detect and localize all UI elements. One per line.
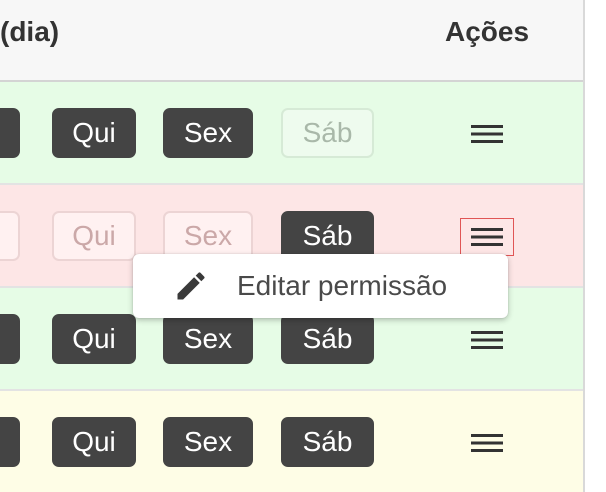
menu-icon: [471, 125, 503, 143]
day-chip-thursday[interactable]: Qui: [52, 314, 136, 364]
table-border: [583, 0, 585, 492]
day-chip-saturday[interactable]: Sáb: [281, 314, 374, 364]
menu-icon: [471, 228, 503, 246]
day-chip-saturday[interactable]: Sáb: [281, 108, 374, 158]
day-chip-friday[interactable]: Sex: [163, 417, 253, 467]
row-actions-button[interactable]: [460, 115, 514, 153]
row-actions-button[interactable]: [460, 321, 514, 359]
day-chip-thursday[interactable]: Qui: [52, 211, 136, 261]
column-header-days: (dia): [0, 16, 60, 47]
edit-permission-menu-item[interactable]: Editar permissão: [133, 254, 508, 318]
day-chip[interactable]: [0, 211, 20, 261]
row-actions-button[interactable]: [460, 424, 514, 462]
day-chip-thursday[interactable]: Qui: [52, 417, 136, 467]
menu-icon: [471, 331, 503, 349]
permissions-table: (dia) Ações Qui Sex Sáb Qui Sex Sáb Qui …: [0, 0, 584, 492]
edit-permission-label: Editar permissão: [237, 270, 448, 301]
table-row: Qui Sex Sáb: [0, 391, 584, 492]
day-chip[interactable]: [0, 417, 20, 467]
day-chip[interactable]: [0, 314, 20, 364]
day-chip-friday[interactable]: Sex: [163, 314, 253, 364]
row-actions-button[interactable]: [460, 218, 514, 256]
table-header: (dia) Ações: [0, 0, 584, 82]
pencil-icon: [177, 272, 205, 300]
column-header-actions: Ações: [445, 16, 530, 47]
day-chip-saturday[interactable]: Sáb: [281, 417, 374, 467]
day-chip-thursday[interactable]: Qui: [52, 108, 136, 158]
day-chip-friday[interactable]: Sex: [163, 108, 253, 158]
menu-icon: [471, 434, 503, 452]
table-row: Qui Sex Sáb: [0, 82, 584, 185]
day-chip[interactable]: [0, 108, 20, 158]
row-actions-menu: Editar permissão: [133, 254, 508, 318]
